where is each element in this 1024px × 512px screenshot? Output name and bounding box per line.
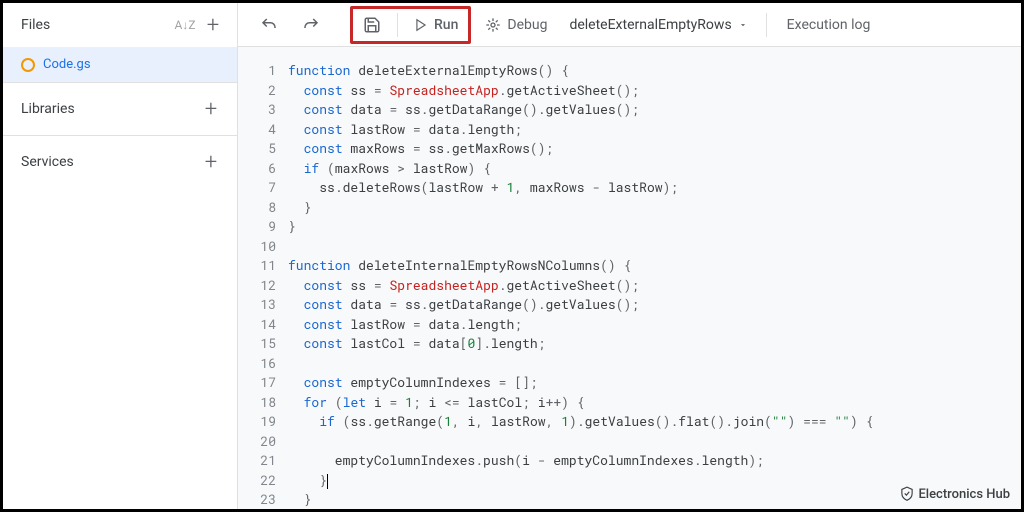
services-row[interactable]: Services + xyxy=(3,135,237,188)
debug-button[interactable]: Debug xyxy=(475,12,557,38)
code-content[interactable]: function deleteExternalEmptyRows() { con… xyxy=(288,61,1021,509)
debug-label: Debug xyxy=(507,17,547,33)
chevron-down-icon xyxy=(738,20,748,30)
app-root: Files A↓Z + Code.gs Libraries + Services… xyxy=(3,3,1021,509)
debug-icon xyxy=(485,17,501,33)
run-label: Run xyxy=(434,17,458,33)
redo-icon xyxy=(302,16,320,34)
libraries-row[interactable]: Libraries + xyxy=(3,82,237,135)
sort-icon[interactable]: A↓Z xyxy=(171,11,199,39)
sidebar: Files A↓Z + Code.gs Libraries + Services… xyxy=(3,3,238,509)
libraries-label: Libraries xyxy=(21,101,197,117)
play-icon xyxy=(414,18,428,32)
files-label: Files xyxy=(21,17,171,33)
file-name: Code.gs xyxy=(43,57,91,72)
add-file-button[interactable]: + xyxy=(199,11,227,39)
toolbar: Run Debug deleteExternalEmptyRows Execut… xyxy=(238,3,1021,47)
file-item-code[interactable]: Code.gs xyxy=(3,47,237,82)
files-header: Files A↓Z + xyxy=(3,3,237,47)
save-icon xyxy=(363,16,381,34)
code-editor[interactable]: 1234567891011121314151617181920212223 fu… xyxy=(238,47,1021,509)
add-service-button[interactable]: + xyxy=(197,148,225,176)
function-dropdown[interactable]: deleteExternalEmptyRows xyxy=(561,12,755,38)
undo-button[interactable] xyxy=(250,11,288,39)
execution-log-button[interactable]: Execution log xyxy=(777,12,881,38)
exec-log-label: Execution log xyxy=(787,17,871,33)
undo-icon xyxy=(260,16,278,34)
add-library-button[interactable]: + xyxy=(197,95,225,123)
main: Run Debug deleteExternalEmptyRows Execut… xyxy=(238,3,1021,509)
watermark-text: Electronics Hub xyxy=(918,487,1010,502)
toolbar-divider xyxy=(397,13,398,37)
watermark: Electronics Hub xyxy=(900,486,1010,502)
line-gutter: 1234567891011121314151617181920212223 xyxy=(238,61,288,509)
function-name: deleteExternalEmptyRows xyxy=(569,17,731,33)
services-label: Services xyxy=(21,154,197,170)
run-button[interactable]: Run xyxy=(404,12,468,38)
redo-button[interactable] xyxy=(292,11,330,39)
save-run-highlight: Run xyxy=(350,6,471,44)
appsscript-icon xyxy=(21,58,35,72)
toolbar-divider-2 xyxy=(766,13,767,37)
shield-icon xyxy=(900,486,914,502)
save-button[interactable] xyxy=(353,11,391,39)
